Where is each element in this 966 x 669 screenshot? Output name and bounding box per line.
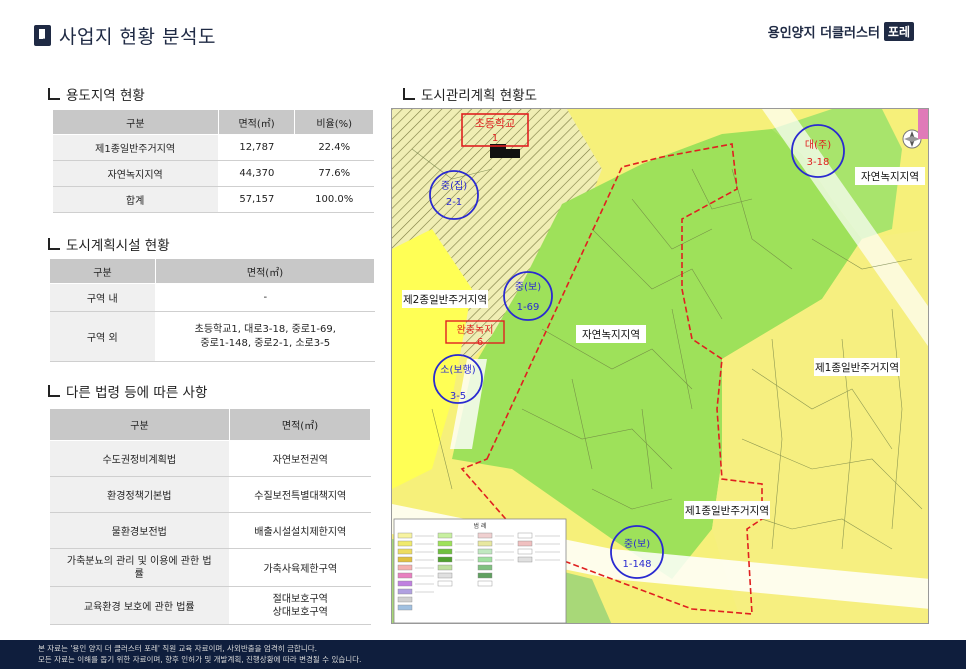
other-laws-table: 구분 면적(㎡) 수도권정비계획법 자연보전권역 환경정책기본법 수질보전특별대… (49, 408, 371, 625)
table-row: 제1종일반주거지역 12,787 22.4% (52, 134, 374, 161)
page-title: 사업지 현황 분석도 (34, 22, 216, 49)
table-cell: 초등학교1, 대로3-18, 중로1-69, 중로1-148, 중로2-1, 소… (155, 311, 375, 362)
table-cell: 자연보전권역 (229, 440, 371, 477)
road-label-top: 중(집) (441, 180, 467, 192)
road-label-bottom: 3-18 (807, 157, 830, 168)
cell-line: 가축분뇨의 관리 및 이용에 관한 법 (66, 555, 212, 567)
cell-line: 초등학교1, 대로3-18, 중로1-69, (194, 323, 336, 335)
table-cell: 합계 (52, 186, 219, 213)
table-row: 자연녹지지역 44,370 77.6% (52, 160, 374, 187)
table-cell: 12,787 (218, 134, 295, 161)
cell-line: 상대보호구역 (272, 606, 328, 618)
column-header: 면적(㎡) (217, 109, 296, 135)
table-cell: 수도권정비계획법 (49, 440, 230, 477)
map-label-buffer-green: 완충녹지 (457, 324, 494, 336)
table-header-row: 구분 면적(㎡) 비율(%) (52, 109, 374, 135)
table-header-row: 구분 면적(㎡) (49, 258, 375, 284)
page-title-text: 사업지 현황 분석도 (59, 26, 216, 48)
road-label-top: 소(보행) (440, 364, 476, 376)
column-header: 구분 (52, 109, 219, 135)
brand-badge: 포레 (883, 22, 914, 41)
table-cell: 구역 내 (49, 283, 156, 312)
map-label-buffer-green-num: 6 (477, 337, 483, 348)
map-label-residential2: 제2종일반주거지역 (403, 293, 487, 306)
table-cell: 57,157 (218, 186, 295, 213)
road-label-bottom: 1-69 (517, 302, 540, 313)
road-label-top: 중(보) (515, 281, 541, 293)
table-row: 환경정책기본법 수질보전특별대책지역 (49, 476, 371, 513)
column-header: 구분 (49, 258, 156, 284)
school-building (504, 149, 520, 158)
table-cell: 77.6% (294, 160, 374, 187)
cell-line: 절대보호구역 (272, 593, 328, 605)
table-row: 합계 57,157 100.0% (52, 186, 374, 213)
table-cell: - (155, 283, 375, 312)
table-row: 구역 외 초등학교1, 대로3-18, 중로1-69, 중로1-148, 중로2… (49, 311, 375, 362)
table-cell: 절대보호구역 상대보호구역 (229, 586, 371, 625)
table-cell: 가축사육제한구역 (229, 548, 371, 587)
urban-plan-map: 초등학교 1 중(집) 2-1 대(주) 3-18 중(보) 1-69 소(보행… (391, 108, 929, 624)
brand-logo: 용인양지 더클러스터 포레 (768, 22, 914, 41)
bookmark-icon (34, 25, 51, 46)
urban-facilities-table: 구분 면적(㎡) 구역 내 - 구역 외 초등학교1, 대로3-18, 중로1-… (49, 258, 375, 362)
table-row: 수도권정비계획법 자연보전권역 (49, 440, 371, 477)
table-cell: 44,370 (218, 160, 295, 187)
section-heading-other-laws: 다른 법령 등에 따른 사항 (48, 381, 207, 401)
map-label-school-num: 1 (492, 133, 498, 144)
road-label-bottom: 1-148 (622, 559, 651, 570)
corner-bracket-icon (403, 88, 415, 100)
column-header: 구분 (49, 408, 230, 441)
map-label-natural-green-top: 자연녹지지역 (861, 171, 919, 183)
map-label-school: 초등학교 (475, 117, 515, 130)
corner-bracket-icon (48, 238, 60, 250)
section-heading-urban-facilities: 도시계획시설 현황 (48, 234, 170, 254)
brand-text: 용인양지 더클러스터 (767, 26, 880, 41)
road-label-bottom: 3-5 (450, 391, 466, 402)
table-cell: 100.0% (294, 186, 374, 213)
table-row: 교육환경 보호에 관한 법률 절대보호구역 상대보호구역 (49, 586, 371, 625)
column-header: 면적(㎡) (155, 258, 375, 284)
section-heading-zoning: 용도지역 현황 (48, 84, 145, 104)
column-header: 비율(%) (294, 109, 374, 135)
table-row: 구역 내 - (49, 283, 375, 312)
table-cell: 자연녹지지역 (52, 160, 219, 187)
corner-bracket-icon (48, 88, 60, 100)
table-cell: 구역 외 (49, 311, 156, 362)
table-cell: 가축분뇨의 관리 및 이용에 관한 법 률 (49, 548, 230, 587)
table-cell: 배출시설설치제한지역 (229, 512, 371, 549)
table-cell: 22.4% (294, 134, 374, 161)
map-label-natural-green-mid: 자연녹지지역 (582, 329, 640, 341)
footer-line: 본 자료는 '용인 양지 더 클러스터 포레' 직원 교육 자료이며, 사외반출… (38, 644, 317, 653)
column-header: 면적(㎡) (229, 408, 371, 441)
map-legend-title: 범 례 (474, 522, 487, 530)
table-cell: 물환경보전법 (49, 512, 230, 549)
corner-bracket-icon (48, 385, 60, 397)
map-label-residential1-right: 제1종일반주거지역 (815, 361, 899, 374)
zoning-table: 구분 면적(㎡) 비율(%) 제1종일반주거지역 12,787 22.4% 자연… (52, 109, 374, 213)
table-row: 가축분뇨의 관리 및 이용에 관한 법 률 가축사육제한구역 (49, 548, 371, 587)
table-cell: 환경정책기본법 (49, 476, 230, 513)
footer-disclaimer: 본 자료는 '용인 양지 더 클러스터 포레' 직원 교육 자료이며, 사외반출… (0, 640, 966, 669)
table-cell: 수질보전특별대책지역 (229, 476, 371, 513)
map-label-residential1-bottom: 제1종일반주거지역 (685, 504, 769, 517)
table-row: 물환경보전법 배출시설설치제한지역 (49, 512, 371, 549)
map-legend: 범 례 (393, 518, 567, 623)
footer-line: 모든 자료는 이해를 돕기 위한 자료이며, 향후 인허가 및 개발계획, 진행… (38, 655, 362, 664)
road-label-bottom: 2-1 (446, 197, 462, 208)
road-label-top: 대(주) (805, 139, 831, 151)
cell-line: 률 (134, 568, 144, 580)
table-cell: 제1종일반주거지역 (52, 134, 219, 161)
road-label-top: 중(보) (624, 538, 650, 550)
section-heading-map: 도시관리계획 현황도 (403, 84, 537, 104)
table-header-row: 구분 면적(㎡) (49, 408, 371, 441)
table-cell: 교육환경 보호에 관한 법률 (49, 586, 230, 625)
cell-line: 중로1-148, 중로2-1, 소로3-5 (200, 337, 331, 349)
